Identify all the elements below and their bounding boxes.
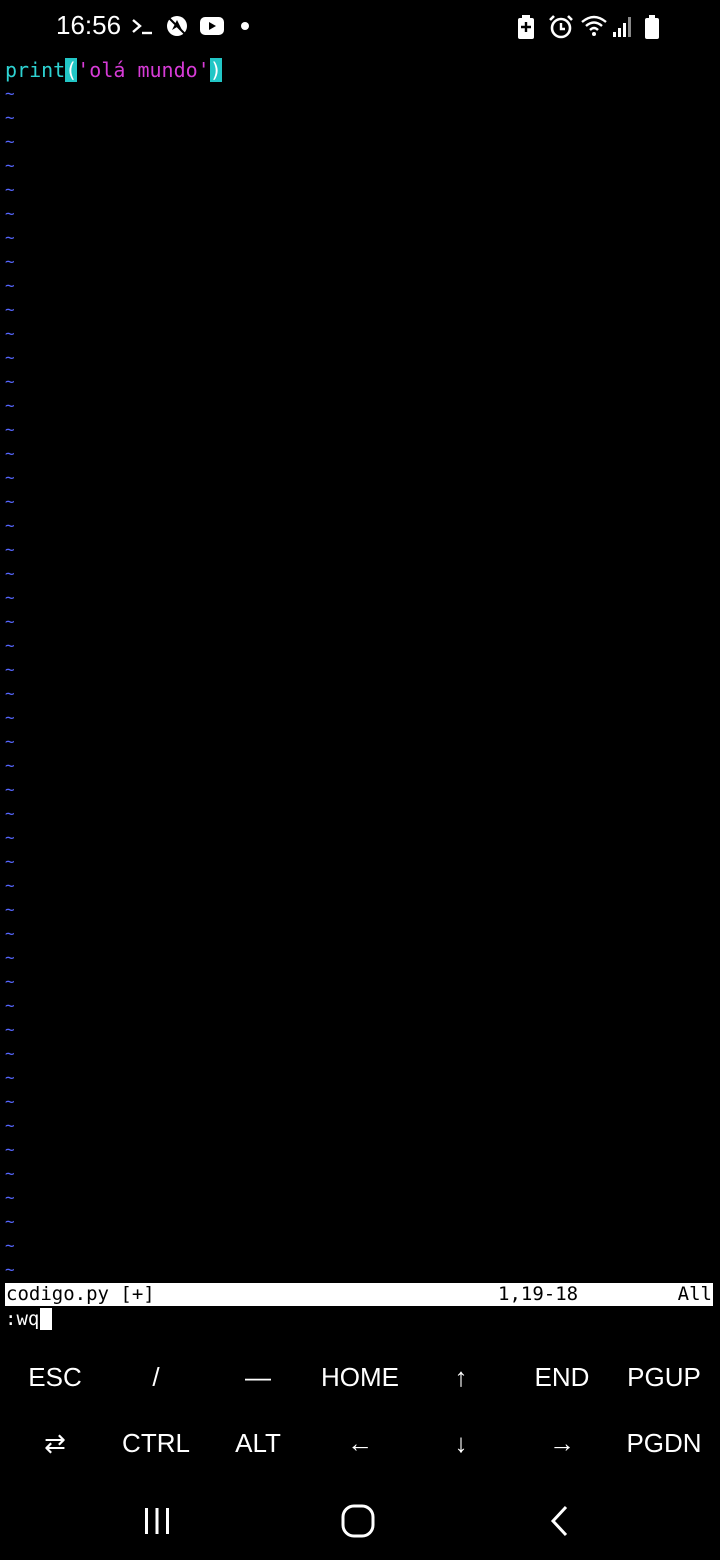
vim-statusline: codigo.py [+] 1,19-18 All: [5, 1283, 713, 1306]
navigation-bar: [0, 1480, 720, 1560]
home-icon[interactable]: [328, 1498, 388, 1544]
tilde-marker: ~: [5, 876, 15, 895]
tilde-marker: ~: [5, 588, 15, 607]
tilde-marker: ~: [5, 900, 15, 919]
tilde-marker: ~: [5, 180, 15, 199]
tilde-marker: ~: [5, 564, 15, 583]
tilde-marker: ~: [5, 1140, 15, 1159]
tilde-marker: ~: [5, 708, 15, 727]
close-paren-highlight: ): [209, 58, 222, 82]
clock: 16:56: [56, 10, 122, 40]
tilde-marker: ~: [5, 1020, 15, 1039]
tab-key[interactable]: ⇄: [4, 1410, 106, 1476]
tilde-marker: ~: [5, 996, 15, 1015]
extra-keys-row-1: ESC / — HOME ↑ END PGUP: [0, 1344, 720, 1410]
location-off-icon: [165, 14, 189, 38]
tilde-marker: ~: [5, 300, 15, 319]
open-paren-highlight: (: [65, 58, 78, 82]
tilde-marker: ~: [5, 252, 15, 271]
text-cursor: [40, 1308, 53, 1330]
ctrl-key[interactable]: CTRL: [105, 1410, 207, 1476]
tilde-marker: ~: [5, 924, 15, 943]
string-literal: 'olá mundo': [77, 58, 210, 82]
signal-icon: [612, 14, 636, 38]
terminal-icon: [131, 14, 155, 38]
back-icon[interactable]: [530, 1498, 590, 1544]
slash-key[interactable]: /: [105, 1344, 207, 1410]
tilde-marker: ~: [5, 108, 15, 127]
statusline-scroll: All: [677, 1283, 712, 1305]
down-arrow-key[interactable]: ↓: [410, 1410, 512, 1476]
tilde-marker: ~: [5, 420, 15, 439]
tilde-marker: ~: [5, 780, 15, 799]
youtube-icon: [199, 14, 225, 38]
tilde-marker: ~: [5, 852, 15, 871]
statusline-position: 1,19-18: [498, 1283, 579, 1305]
extra-keys-row-2: ⇄ CTRL ALT ← ↓ → PGDN: [0, 1410, 720, 1476]
battery-icon: [644, 14, 668, 39]
tilde-marker: ~: [5, 660, 15, 679]
tilde-marker: ~: [5, 684, 15, 703]
vim-editor[interactable]: print('olá mundo') ~ ~ ~ ~ ~ ~ ~ ~ ~ ~ ~ ~ ~ ~ ~ ~ ~ ~ ~ ~ ~…: [0, 58, 720, 1280]
alt-key[interactable]: ALT: [207, 1410, 309, 1476]
tilde-marker: ~: [5, 132, 15, 151]
tilde-marker: ~: [5, 972, 15, 991]
tilde-marker: ~: [5, 804, 15, 823]
pgdn-key[interactable]: PGDN: [613, 1410, 715, 1476]
right-arrow-key[interactable]: →: [511, 1410, 613, 1476]
vim-command-line[interactable]: :wq: [5, 1307, 53, 1331]
tilde-marker: ~: [5, 324, 15, 343]
status-bar: 16:56: [0, 0, 720, 54]
tilde-marker: ~: [5, 156, 15, 175]
tilde-marker: ~: [5, 636, 15, 655]
tilde-marker: ~: [5, 756, 15, 775]
esc-key[interactable]: ESC: [4, 1344, 106, 1410]
tilde-marker: ~: [5, 492, 15, 511]
tilde-marker: ~: [5, 948, 15, 967]
tilde-marker: ~: [5, 1092, 15, 1111]
tilde-marker: ~: [5, 348, 15, 367]
dash-key[interactable]: —: [207, 1344, 309, 1410]
up-arrow-key[interactable]: ↑: [410, 1344, 512, 1410]
code-line-1[interactable]: print('olá mundo'): [5, 58, 222, 82]
notification-dot-icon: [233, 14, 257, 38]
pgup-key[interactable]: PGUP: [613, 1344, 715, 1410]
tilde-marker: ~: [5, 516, 15, 535]
battery-saver-icon: [516, 14, 540, 39]
tilde-marker: ~: [5, 444, 15, 463]
alarm-icon: [548, 14, 573, 39]
tilde-marker: ~: [5, 540, 15, 559]
tilde-marker: ~: [5, 1164, 15, 1183]
tilde-marker: ~: [5, 1260, 15, 1279]
recent-apps-icon[interactable]: [127, 1498, 187, 1544]
tilde-marker: ~: [5, 276, 15, 295]
end-key[interactable]: END: [511, 1344, 613, 1410]
tilde-marker: ~: [5, 396, 15, 415]
tilde-marker: ~: [5, 1212, 15, 1231]
status-right: [516, 14, 668, 39]
home-key[interactable]: HOME: [309, 1344, 411, 1410]
tilde-marker: ~: [5, 1236, 15, 1255]
print-keyword: print: [5, 58, 66, 82]
tilde-marker: ~: [5, 204, 15, 223]
tilde-marker: ~: [5, 732, 15, 751]
left-arrow-key[interactable]: ←: [309, 1410, 411, 1476]
command-text: :wq: [5, 1308, 40, 1330]
tilde-marker: ~: [5, 84, 15, 103]
tilde-marker: ~: [5, 1188, 15, 1207]
tilde-marker: ~: [5, 828, 15, 847]
tilde-marker: ~: [5, 228, 15, 247]
tilde-marker: ~: [5, 1116, 15, 1135]
tilde-marker: ~: [5, 612, 15, 631]
tilde-marker: ~: [5, 468, 15, 487]
wifi-icon: [580, 14, 607, 38]
tilde-marker: ~: [5, 372, 15, 391]
tilde-marker: ~: [5, 1044, 15, 1063]
statusline-filename: codigo.py [+]: [6, 1283, 155, 1305]
extra-keys-bar: ESC / — HOME ↑ END PGUP ⇄ CTRL ALT ← ↓ →…: [0, 1344, 720, 1476]
tilde-marker: ~: [5, 1068, 15, 1087]
status-left: 16:56: [56, 10, 257, 41]
